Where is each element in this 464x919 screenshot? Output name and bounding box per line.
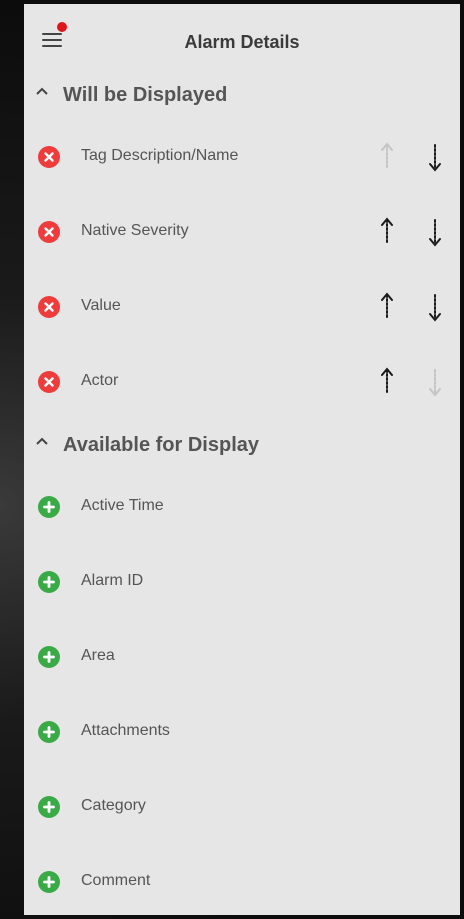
arrow-down-icon[interactable] (423, 215, 447, 249)
section-will-be-displayed[interactable]: Will be Displayed (24, 76, 460, 120)
add-circle-icon[interactable] (38, 571, 60, 593)
section-available-for-display[interactable]: Available for Display (24, 426, 460, 470)
item-label: Actor (81, 372, 119, 389)
alarm-details-panel: Alarm Details Will be Displayed Tag Desc… (24, 4, 460, 915)
available-item: Area (24, 620, 460, 695)
displayed-item: Native Severity (24, 195, 460, 270)
item-label: Comment (81, 872, 151, 889)
item-label: Active Time (81, 497, 164, 514)
item-label: Native Severity (81, 222, 189, 239)
item-label: Tag Description/Name (81, 147, 239, 164)
item-label: Value (81, 297, 121, 314)
add-circle-icon[interactable] (38, 871, 60, 893)
arrow-down-icon[interactable] (423, 290, 447, 324)
notification-dot (57, 22, 67, 32)
top-bar: Alarm Details (24, 4, 460, 76)
item-label: Area (81, 647, 115, 664)
available-item: Active Time (24, 470, 460, 545)
section-heading: Will be Displayed (63, 84, 228, 106)
add-circle-icon[interactable] (38, 646, 60, 668)
arrow-up-icon[interactable] (375, 290, 399, 324)
add-circle-icon[interactable] (38, 496, 60, 518)
item-label: Category (81, 797, 146, 814)
remove-circle-icon[interactable] (38, 296, 60, 318)
available-item: Alarm ID (24, 545, 460, 620)
chevron-up-icon (36, 437, 48, 445)
item-label: Attachments (81, 722, 170, 739)
add-circle-icon[interactable] (38, 721, 60, 743)
remove-circle-icon[interactable] (38, 221, 60, 243)
displayed-item: Tag Description/Name (24, 120, 460, 195)
remove-circle-icon[interactable] (38, 146, 60, 168)
displayed-item: Value (24, 270, 460, 345)
available-item: Comment (24, 845, 460, 915)
available-item: Category (24, 770, 460, 845)
page-title: Alarm Details (184, 32, 300, 52)
displayed-item: Actor (24, 345, 460, 420)
item-label: Alarm ID (81, 572, 144, 589)
arrow-down-icon[interactable] (423, 365, 447, 399)
arrow-up-icon[interactable] (375, 215, 399, 249)
add-circle-icon[interactable] (38, 796, 60, 818)
arrow-down-icon[interactable] (423, 140, 447, 174)
available-list: Active Time Alarm ID Area Attachments Catego… (24, 470, 460, 915)
displayed-list: Tag Description/Name Native Severity Value… (24, 120, 460, 420)
arrow-up-icon[interactable] (375, 365, 399, 399)
remove-circle-icon[interactable] (38, 371, 60, 393)
arrow-up-icon[interactable] (375, 140, 399, 174)
available-item: Attachments (24, 695, 460, 770)
chevron-up-icon (36, 87, 48, 95)
section-heading: Available for Display (63, 434, 259, 456)
